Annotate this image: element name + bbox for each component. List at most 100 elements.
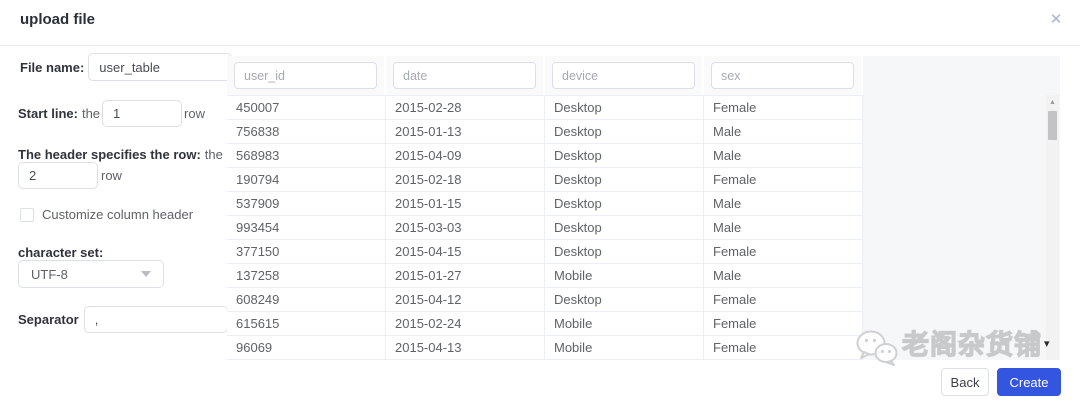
caret-down-icon: ▾	[1044, 338, 1050, 350]
cell-date: 2015-04-12	[386, 288, 545, 312]
customize-header-checkbox[interactable]	[20, 207, 34, 222]
cell-date: 2015-01-13	[386, 120, 545, 144]
charset-label-line: character set:	[18, 245, 103, 260]
dialog-title: upload file	[20, 11, 95, 28]
charset-select[interactable]: UTF-8	[18, 260, 164, 288]
cell-date: 2015-03-03	[386, 216, 545, 240]
cell-sex: Female	[704, 96, 863, 120]
table-header-cell	[227, 56, 386, 95]
customize-header-row: Customize column header	[20, 207, 193, 222]
cell-sex: Female	[704, 240, 863, 264]
table-row: 137258 2015-01-27 Mobile Male	[227, 264, 864, 288]
cell-device: Desktop	[545, 192, 704, 216]
table-header-cell	[704, 56, 863, 95]
header-row-label-line: The header specifies the row: the	[18, 147, 223, 162]
cell-date: 2015-01-27	[386, 264, 545, 288]
cell-device: Mobile	[545, 312, 704, 336]
table-row: 537909 2015-01-15 Desktop Male	[227, 192, 864, 216]
back-button[interactable]: Back	[941, 368, 989, 396]
cell-user-id: 537909	[227, 192, 386, 216]
header-row-input[interactable]	[18, 162, 98, 189]
cell-device: Desktop	[545, 96, 704, 120]
cell-sex: Female	[704, 336, 863, 360]
scrollbar-thumb[interactable]	[1048, 111, 1057, 140]
cell-sex: Male	[704, 192, 863, 216]
cell-user-id: 190794	[227, 168, 386, 192]
cell-date: 2015-04-15	[386, 240, 545, 264]
cell-date: 2015-02-18	[386, 168, 545, 192]
table-body: 450007 2015-02-28 Desktop Female 756838 …	[227, 95, 864, 360]
start-line-suffix: row	[184, 106, 205, 121]
table-header-cell	[545, 56, 704, 95]
cell-sex: Male	[704, 120, 863, 144]
column-header-input-device[interactable]	[552, 62, 695, 89]
cell-user-id: 608249	[227, 288, 386, 312]
file-name-label: File name:	[20, 59, 85, 75]
scroll-up-icon[interactable]: ▲	[1046, 99, 1059, 106]
customize-header-label: Customize column header	[42, 207, 194, 222]
header-row-suffix: row	[101, 168, 122, 183]
start-line-label-the: the	[81, 106, 101, 121]
cell-user-id: 377150	[227, 240, 386, 264]
table-row: 450007 2015-02-28 Desktop Female	[227, 96, 864, 120]
cell-user-id: 568983	[227, 144, 386, 168]
header-row-label-the: the	[204, 147, 223, 162]
cell-date: 2015-04-13	[386, 336, 545, 360]
separator-row: Separator	[18, 306, 228, 333]
create-button[interactable]: Create	[997, 368, 1061, 396]
header-row-input-line: row	[18, 162, 122, 189]
cell-sex: Female	[704, 168, 863, 192]
table-row: 377150 2015-04-15 Desktop Female	[227, 240, 864, 264]
cell-device: Desktop	[545, 144, 704, 168]
header-row-label: The header specifies the row:	[18, 147, 201, 162]
cell-sex: Male	[704, 264, 863, 288]
cell-user-id: 993454	[227, 216, 386, 240]
header-divider	[0, 45, 1080, 46]
separator-input[interactable]	[83, 306, 228, 333]
table-header-cell	[386, 56, 545, 95]
file-name-input[interactable]	[88, 53, 233, 81]
column-header-input-user-id[interactable]	[234, 62, 377, 89]
cell-device: Mobile	[545, 336, 704, 360]
cell-device: Desktop	[545, 168, 704, 192]
charset-label: character set:	[18, 245, 104, 260]
table-empty-filler	[863, 56, 1060, 360]
cell-device: Desktop	[545, 288, 704, 312]
table-header-row	[227, 56, 863, 95]
chat-bubbles-icon	[856, 330, 898, 366]
cell-date: 2015-04-09	[386, 144, 545, 168]
column-header-input-sex[interactable]	[711, 62, 854, 89]
vertical-scrollbar[interactable]: ▲	[1046, 95, 1059, 360]
preview-table: 450007 2015-02-28 Desktop Female 756838 …	[227, 56, 1060, 360]
cell-date: 2015-02-28	[386, 96, 545, 120]
cell-date: 2015-01-15	[386, 192, 545, 216]
cell-sex: Male	[704, 144, 863, 168]
cell-sex: Male	[704, 216, 863, 240]
start-line-row: Start line: the row	[18, 100, 205, 127]
close-icon[interactable]: ✕	[1046, 10, 1066, 30]
watermark: 老阁杂货铺 ▾	[856, 328, 1050, 366]
cell-device: Desktop	[545, 120, 704, 144]
cell-user-id: 96069	[227, 336, 386, 360]
start-line-input[interactable]	[102, 100, 183, 127]
watermark-text: 老阁杂货铺	[901, 329, 1042, 360]
start-line-label: Start line:	[18, 106, 78, 121]
separator-label: Separator	[18, 312, 79, 327]
table-row: 615615 2015-02-24 Mobile Female	[227, 312, 864, 336]
table-row: 190794 2015-02-18 Desktop Female	[227, 168, 864, 192]
cell-sex: Female	[704, 288, 863, 312]
column-header-input-date[interactable]	[393, 62, 536, 89]
cell-user-id: 615615	[227, 312, 386, 336]
table-row: 96069 2015-04-13 Mobile Female	[227, 336, 864, 360]
table-row: 568983 2015-04-09 Desktop Male	[227, 144, 864, 168]
table-row: 608249 2015-04-12 Desktop Female	[227, 288, 864, 312]
cell-user-id: 137258	[227, 264, 386, 288]
cell-date: 2015-02-24	[386, 312, 545, 336]
cell-device: Desktop	[545, 240, 704, 264]
cell-device: Mobile	[545, 264, 704, 288]
cell-sex: Female	[704, 312, 863, 336]
cell-user-id: 450007	[227, 96, 386, 120]
chevron-down-icon	[141, 271, 151, 277]
charset-value: UTF-8	[31, 266, 68, 282]
table-row: 993454 2015-03-03 Desktop Male	[227, 216, 864, 240]
